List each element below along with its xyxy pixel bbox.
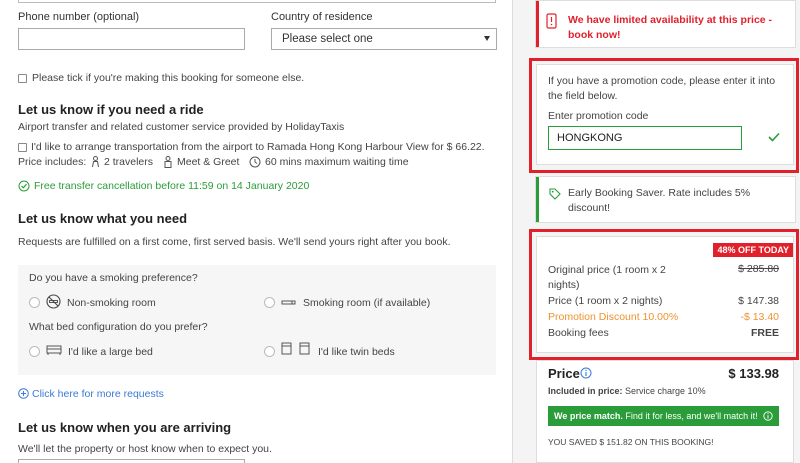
highlight-price-breakdown: [529, 229, 799, 360]
urgency-strip: [536, 1, 539, 47]
needs-heading: Let us know what you need: [18, 211, 188, 226]
tag-icon: [549, 188, 561, 200]
arrival-subtitle: We'll let the property or host know when…: [18, 443, 272, 455]
country-select[interactable]: Please select one: [271, 28, 497, 50]
needs-subtitle: Requests are fulfilled on a first come, …: [18, 236, 451, 248]
phone-label: Phone number (optional): [18, 11, 140, 23]
twin-beds-icon: [281, 342, 310, 355]
arrival-heading: Let us know when you are arriving: [18, 420, 232, 435]
mobile-alert-icon: [546, 13, 557, 29]
clock-icon: [249, 156, 261, 168]
twin-beds-label: I'd like twin beds: [318, 346, 395, 358]
chevron-down-icon: [484, 36, 490, 41]
ride-option-label: I'd like to arrange transportation from …: [31, 141, 485, 153]
someone-else-checkbox[interactable]: [18, 74, 27, 83]
plus-circle-icon[interactable]: [18, 388, 29, 399]
saved-text: YOU SAVED $ 151.82 ON THIS BOOKING!: [548, 437, 714, 447]
twin-beds-radio[interactable]: [264, 346, 275, 357]
smoking-question: Do you have a smoking preference?: [29, 272, 198, 284]
highlight-promo: [529, 58, 799, 173]
ride-heading: Let us know if you need a ride: [18, 102, 204, 117]
large-bed-icon: [46, 345, 62, 355]
limited-availability-card: We have limited availability at this pri…: [535, 0, 796, 48]
phone-input[interactable]: [18, 28, 245, 50]
large-bed-radio[interactable]: [29, 346, 40, 357]
arrival-time-input[interactable]: [18, 459, 245, 463]
info-icon[interactable]: [580, 367, 592, 379]
early-booking-text: Early Booking Saver. Rate includes 5% di…: [568, 187, 751, 214]
meet-greet-text: Meet & Greet: [177, 156, 240, 168]
more-requests-link[interactable]: Click here for more requests: [32, 388, 164, 400]
cigarette-icon: [281, 300, 296, 305]
bed-question: What bed configuration do you prefer?: [29, 321, 208, 333]
booking-form: Phone number (optional) Country of resid…: [0, 0, 513, 463]
price-match-bold: We price match.: [554, 411, 623, 421]
included-label: Included in price:: [548, 386, 623, 396]
total-value: $ 133.98: [728, 366, 779, 381]
person-icon: [92, 156, 99, 168]
country-label: Country of residence: [271, 11, 373, 23]
total-label: Price: [548, 366, 580, 381]
large-bed-label: I'd like a large bed: [68, 346, 153, 358]
price-match-banner[interactable]: We price match. Find it for less, and we…: [548, 406, 780, 426]
deal-strip: [536, 177, 539, 222]
limited-availability-text: We have limited availability at this pri…: [568, 14, 773, 41]
smoking-radio[interactable]: [264, 297, 275, 308]
info-icon: [763, 411, 773, 421]
non-smoking-radio[interactable]: [29, 297, 40, 308]
price-match-text: Find it for less, and we'll match it!: [625, 411, 758, 421]
someone-else-label: Please tick if you're making this bookin…: [32, 72, 305, 84]
included-value: Service charge 10%: [625, 386, 706, 396]
waiting-text: 60 mins maximum waiting time: [265, 156, 409, 168]
travelers-text: 2 travelers: [104, 156, 154, 168]
country-select-value: Please select one: [282, 33, 373, 45]
meet-greet-icon: [164, 156, 172, 168]
ride-subtitle: Airport transfer and related customer se…: [18, 121, 345, 133]
non-smoking-label: Non-smoking room: [67, 297, 156, 309]
ride-checkbox[interactable]: [18, 143, 27, 152]
smoking-label: Smoking room (if available): [303, 297, 431, 309]
check-circle-icon: [18, 180, 30, 192]
total-card: Price $ 133.98 Included in price: Servic…: [536, 360, 794, 463]
included-line: Included in price: Service charge 10%: [548, 386, 706, 396]
early-booking-card: Early Booking Saver. Rate includes 5% di…: [535, 176, 796, 223]
no-smoking-icon: [46, 294, 61, 309]
free-cancel-text: Free transfer cancellation before 11:59 …: [34, 180, 310, 192]
previous-field-edge: [18, 0, 496, 3]
price-includes-label: Price includes:: [18, 156, 87, 168]
